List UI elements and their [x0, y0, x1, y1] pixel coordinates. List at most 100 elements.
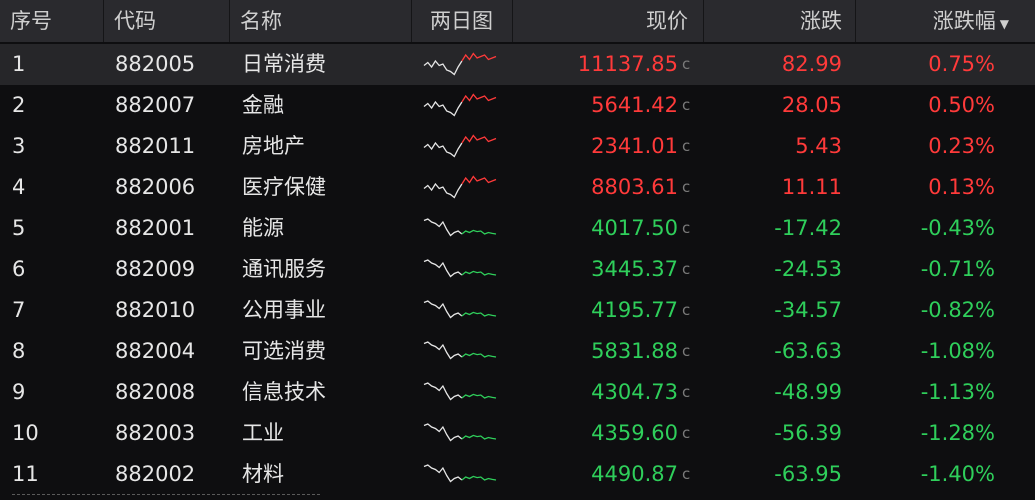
header-code[interactable]: 代码	[103, 0, 228, 42]
table-row[interactable]: 4 882006 医疗保健 8803.61 c 11.11 0.13%	[0, 167, 1035, 208]
table-row[interactable]: 7 882010 公用事业 4195.77 c -34.57 -0.82%	[0, 290, 1035, 331]
header-change[interactable]: 涨跌	[703, 0, 854, 42]
row-change-pct: -1.13%	[920, 380, 995, 404]
row-sparkline	[420, 129, 504, 165]
row-seq: 7	[12, 298, 26, 322]
row-change: 5.43	[795, 134, 842, 158]
row-change-pct: 0.13%	[928, 175, 995, 199]
row-name: 材料	[242, 462, 284, 486]
row-price: 3445.37	[591, 257, 678, 281]
sector-quote-table: 序号 代码 名称 两日图 现价 涨跌 涨跌幅 ▼ 1 882005 日常消费 11137…	[0, 0, 1035, 500]
row-price-unit: c	[682, 342, 691, 360]
header-price[interactable]: 现价	[512, 0, 702, 42]
row-sparkline	[420, 170, 504, 206]
row-code: 882009	[115, 257, 196, 281]
row-name: 房地产	[242, 134, 305, 158]
row-change: 28.05	[781, 93, 842, 117]
row-sparkline	[420, 375, 504, 411]
row-change-pct: -1.40%	[920, 462, 995, 486]
row-seq: 11	[12, 462, 39, 486]
row-price: 2341.01	[591, 134, 678, 158]
row-change: -24.53	[774, 257, 842, 281]
row-price: 4304.73	[591, 380, 678, 404]
row-change: -56.39	[774, 421, 842, 445]
row-code: 882011	[115, 134, 196, 158]
table-row[interactable]: 10 882003 工业 4359.60 c -56.39 -1.28%	[0, 413, 1035, 454]
row-name: 公用事业	[242, 298, 326, 322]
row-code: 882004	[115, 339, 196, 363]
row-sparkline	[420, 47, 504, 83]
row-price-unit: c	[682, 55, 691, 73]
header-pct[interactable]: 涨跌幅 ▼	[855, 0, 1035, 42]
row-change-pct: 0.23%	[928, 134, 995, 158]
row-seq: 1	[12, 52, 26, 76]
sparkline-day1	[423, 382, 463, 401]
row-price-unit: c	[682, 96, 691, 114]
row-price-unit: c	[682, 178, 691, 196]
table-row[interactable]: 8 882004 可选消费 5831.88 c -63.63 -1.08%	[0, 331, 1035, 372]
row-name: 医疗保健	[242, 175, 326, 199]
row-price-unit: c	[682, 465, 691, 483]
sparkline-day1	[423, 218, 463, 237]
header-name[interactable]: 名称	[229, 0, 410, 42]
sparkline-day1	[423, 341, 463, 360]
row-price: 4017.50	[591, 216, 678, 240]
row-price-unit: c	[682, 301, 691, 319]
table-row[interactable]: 9 882008 信息技术 4304.73 c -48.99 -1.13%	[0, 372, 1035, 413]
sparkline-day1	[423, 423, 463, 442]
row-code: 882001	[115, 216, 196, 240]
row-seq: 9	[12, 380, 26, 404]
table-row[interactable]: 2 882007 金融 5641.42 c 28.05 0.50%	[0, 85, 1035, 126]
row-price: 11137.85	[577, 52, 678, 76]
row-seq: 2	[12, 93, 26, 117]
row-change: -48.99	[774, 380, 842, 404]
row-price: 4195.77	[591, 298, 678, 322]
sparkline-day2	[461, 352, 497, 358]
sort-desc-icon[interactable]: ▼	[1000, 17, 1009, 31]
row-code: 882007	[115, 93, 196, 117]
row-change-pct: -0.43%	[920, 216, 995, 240]
row-change: -17.42	[774, 216, 842, 240]
sparkline-day1	[423, 300, 463, 319]
table-row[interactable]: 1 882005 日常消费 11137.85 c 82.99 0.75%	[0, 44, 1035, 85]
row-price: 5641.42	[591, 93, 678, 117]
row-price-unit: c	[682, 260, 691, 278]
table-row[interactable]: 6 882009 通讯服务 3445.37 c -24.53 -0.71%	[0, 249, 1035, 290]
row-seq: 8	[12, 339, 26, 363]
header-pct-label: 涨跌幅	[932, 9, 996, 33]
row-code: 882010	[115, 298, 196, 322]
row-change: -63.95	[774, 462, 842, 486]
table-row[interactable]: 3 882011 房地产 2341.01 c 5.43 0.23%	[0, 126, 1035, 167]
header-spark[interactable]: 两日图	[411, 0, 511, 42]
sparkline-day2	[461, 52, 497, 62]
row-change: -63.63	[774, 339, 842, 363]
row-change-pct: -0.82%	[920, 298, 995, 322]
row-price-unit: c	[682, 219, 691, 237]
row-code: 882005	[115, 52, 196, 76]
row-name: 工业	[242, 421, 284, 445]
sparkline-day2	[461, 175, 497, 185]
row-name: 信息技术	[242, 380, 326, 404]
row-sparkline	[420, 457, 504, 493]
table-row[interactable]: 5 882001 能源 4017.50 c -17.42 -0.43%	[0, 208, 1035, 249]
row-change: -34.57	[774, 298, 842, 322]
row-seq: 10	[12, 421, 39, 445]
sparkline-day1	[423, 464, 463, 483]
row-code: 882008	[115, 380, 196, 404]
sparkline-day2	[461, 475, 497, 481]
row-code: 882003	[115, 421, 196, 445]
sparkline-day1	[423, 100, 463, 117]
sparkline-day2	[461, 270, 497, 276]
row-seq: 3	[12, 134, 26, 158]
row-price: 5831.88	[591, 339, 678, 363]
row-sparkline	[420, 252, 504, 288]
sparkline-day2	[461, 393, 497, 399]
row-seq: 4	[12, 175, 26, 199]
sparkline-day1	[423, 182, 463, 199]
header-seq[interactable]: 序号	[10, 0, 100, 42]
table-row[interactable]: 11 882002 材料 4490.87 c -63.95 -1.40%	[0, 454, 1035, 495]
row-price: 4490.87	[591, 462, 678, 486]
sparkline-day2	[461, 134, 497, 144]
row-sparkline	[420, 334, 504, 370]
row-sparkline	[420, 211, 504, 247]
